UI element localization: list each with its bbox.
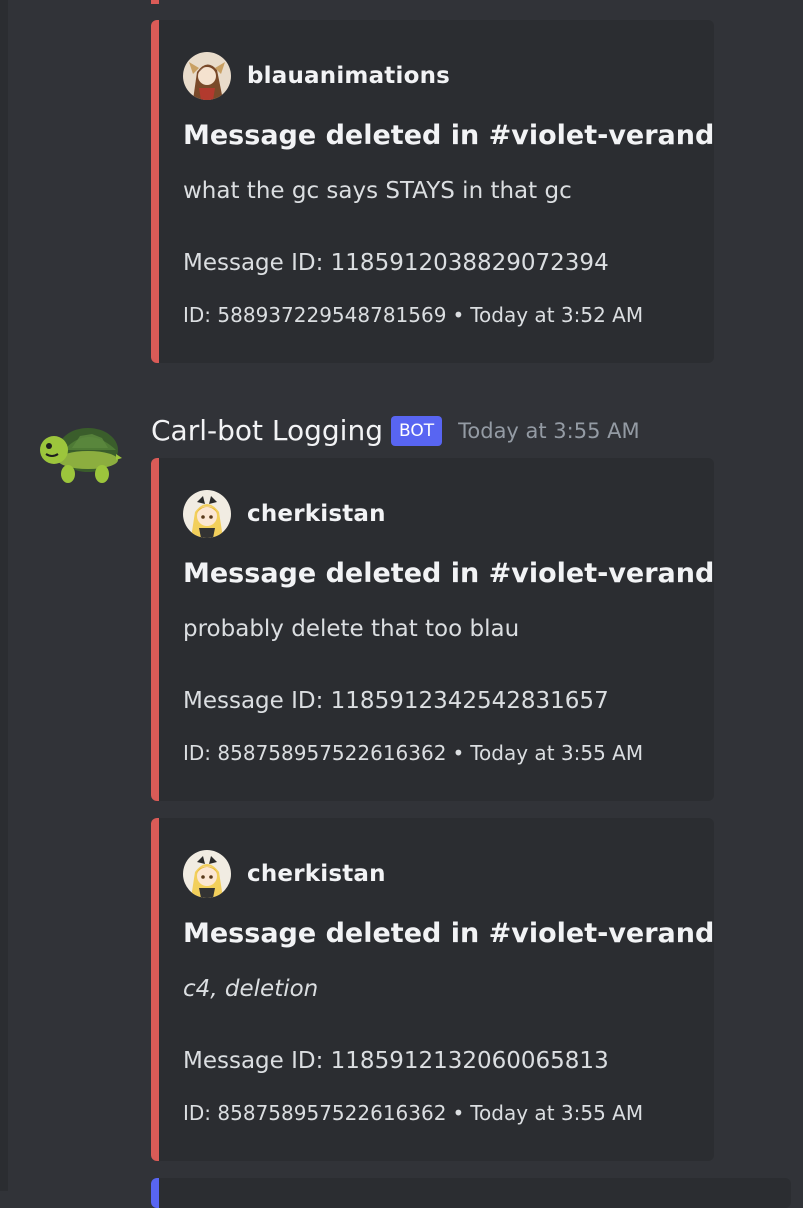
message-header: Carl-bot Logging BOT Today at 3:55 AM (151, 414, 640, 447)
left-gutter (0, 0, 8, 1191)
embed-author-name[interactable]: cherkistan (247, 501, 386, 527)
footer-separator: • (452, 303, 465, 327)
footer-separator: • (452, 741, 465, 765)
footer-user-id: ID: 588937229548781569 (183, 303, 447, 327)
turtle-icon[interactable] (36, 420, 122, 486)
embed-card: cherkistan Message deleted in #violet-ve… (151, 818, 714, 1161)
embed-author-name[interactable]: blauanimations (247, 63, 450, 89)
embed-card: cherkistan Message deleted in #violet-ve… (151, 458, 714, 801)
anime-avatar-icon (183, 850, 231, 898)
embed-message-id: Message ID: 1185912038829072394 (183, 250, 609, 276)
embed-footer: ID: 588937229548781569 • Today at 3:52 AM (183, 303, 643, 327)
embed-message-id: Message ID: 1185912342542831657 (183, 688, 609, 714)
embed-author[interactable]: blauanimations (183, 52, 450, 100)
embed-card: blauanimations Message deleted in #viole… (151, 20, 714, 363)
anime-avatar-icon (183, 52, 231, 100)
footer-user-id: ID: 858758957522616362 (183, 1101, 447, 1125)
previous-embed-bar-fragment (151, 0, 159, 4)
footer-user-id: ID: 858758957522616362 (183, 741, 447, 765)
embed-author[interactable]: cherkistan (183, 490, 386, 538)
footer-timestamp: Today at 3:52 AM (470, 303, 644, 327)
embed-description: what the gc says STAYS in that gc (183, 178, 572, 204)
embed-author-name[interactable]: cherkistan (247, 861, 386, 887)
message-timestamp[interactable]: Today at 3:55 AM (458, 419, 640, 443)
embed-author-avatar[interactable] (183, 490, 231, 538)
next-embed-card (151, 1178, 791, 1208)
embed-accent-bar (151, 1178, 159, 1208)
embed-accent-bar (151, 818, 159, 1161)
embed-footer: ID: 858758957522616362 • Today at 3:55 AM (183, 741, 643, 765)
embed-author-avatar[interactable] (183, 52, 231, 100)
embed-accent-bar (151, 20, 159, 363)
embed-title: Message deleted in #violet-veranda (183, 558, 714, 589)
embed-message-id: Message ID: 1185912132060065813 (183, 1048, 609, 1074)
embed-description: c4, deletion (183, 976, 319, 1002)
embed-footer: ID: 858758957522616362 • Today at 3:55 AM (183, 1101, 643, 1125)
embed-author[interactable]: cherkistan (183, 850, 386, 898)
footer-timestamp: Today at 3:55 AM (470, 1101, 644, 1125)
bot-tag-badge: BOT (390, 415, 443, 446)
embed-author-avatar[interactable] (183, 850, 231, 898)
embed-title: Message deleted in #violet-veranda (183, 120, 714, 151)
footer-timestamp: Today at 3:55 AM (470, 741, 644, 765)
anime-avatar-icon (183, 490, 231, 538)
embed-title: Message deleted in #violet-veranda (183, 918, 714, 949)
bot-username[interactable]: Carl-bot Logging (151, 414, 383, 447)
embed-accent-bar (151, 458, 159, 801)
footer-separator: • (452, 1101, 465, 1125)
embed-description: probably delete that too blau (183, 616, 520, 642)
